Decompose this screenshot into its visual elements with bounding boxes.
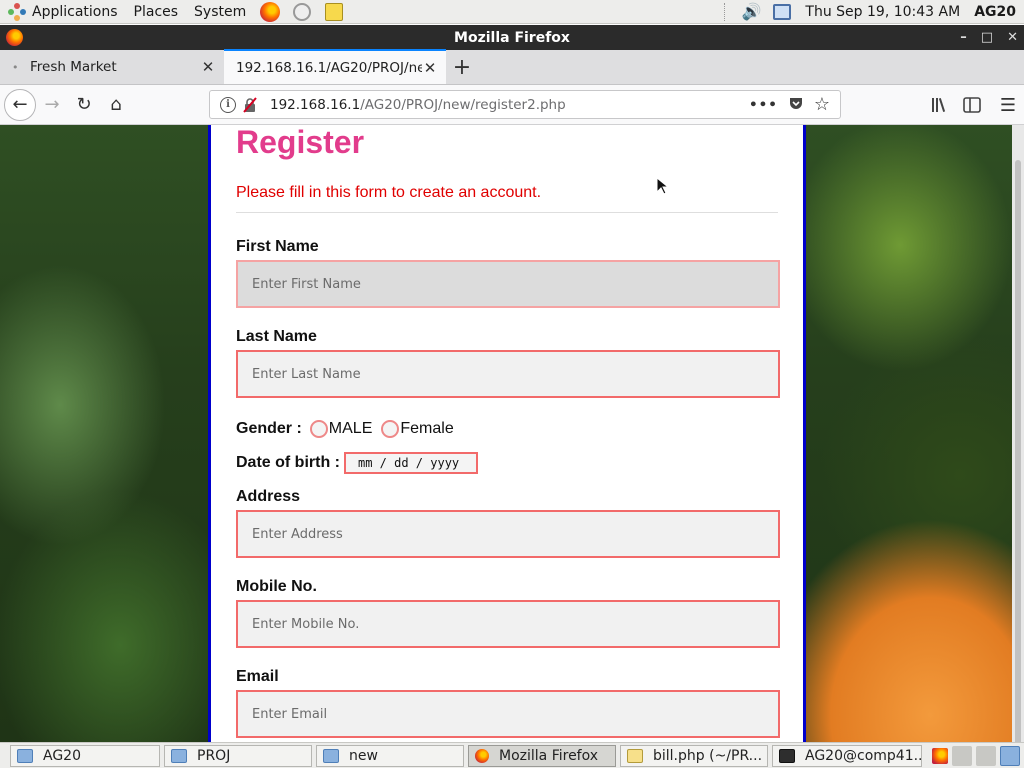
folder-icon (171, 748, 187, 763)
register-form-panel: Register Please fill in this form to cre… (208, 125, 806, 742)
taskbar-item-ag20[interactable]: AG20 (10, 744, 160, 767)
address-input[interactable] (236, 510, 780, 558)
tab-fresh-market[interactable]: • Fresh Market ✕ (0, 50, 224, 84)
folder-icon (17, 748, 33, 763)
text-editor-icon (627, 748, 643, 763)
address-label: Address (236, 488, 301, 505)
insecure-lock-icon[interactable] (242, 96, 258, 113)
pocket-icon[interactable] (788, 95, 804, 115)
tab-label: Fresh Market (30, 59, 117, 75)
tab-close-icon[interactable]: ✕ (200, 58, 216, 76)
firefox-launcher-icon[interactable] (259, 1, 281, 23)
taskbar-item-terminal[interactable]: AG20@comp41... (772, 744, 922, 767)
taskbar-item-label: PROJ (197, 747, 231, 764)
page-scrollbar[interactable] (1012, 125, 1024, 742)
bottom-taskbar: AG20 PROJ new Mozilla Firefox bill.php (… (0, 742, 1024, 768)
sidebar-icon[interactable] (956, 89, 988, 121)
taskbar-item-label: AG20@comp41... (805, 747, 922, 764)
window-titlebar[interactable]: Mozilla Firefox – □ ✕ (0, 25, 1024, 50)
mail-launcher-icon[interactable] (291, 1, 313, 23)
dob-label: Date of birth : (236, 454, 340, 471)
dob-row: Date of birth : mm / dd / yyyy (236, 452, 778, 474)
mobile-label: Mobile No. (236, 578, 317, 595)
gender-row: Gender : MALE Female (236, 420, 778, 438)
new-tab-icon[interactable]: + (446, 50, 478, 84)
top-panel: Applications Places System 🔊 Thu Sep 19,… (0, 0, 1024, 24)
tab-close-icon[interactable]: ✕ (422, 59, 438, 77)
places-menu[interactable]: Places (126, 0, 187, 24)
form-subtitle: Please fill in this form to create an ac… (236, 184, 542, 201)
taskbar-item-label: new (349, 747, 378, 764)
scrollbar-thumb[interactable] (1015, 160, 1021, 742)
minimize-icon[interactable]: – (960, 30, 967, 45)
url-bar[interactable]: i 192.168.16.1/AG20/PROJ/new/register2.p… (209, 90, 841, 119)
tab-register[interactable]: 192.168.16.1/AG20/PROJ/new ✕ (224, 49, 446, 84)
tab-label: 192.168.16.1/AG20/PROJ/new (236, 59, 422, 76)
home-icon[interactable]: ⌂ (100, 89, 132, 121)
mobile-input[interactable] (236, 600, 780, 648)
forward-icon[interactable]: → (36, 89, 68, 121)
gender-female-radio[interactable] (381, 420, 400, 438)
gender-female-label[interactable]: Female (400, 420, 453, 438)
user-menu[interactable]: AG20 (974, 4, 1024, 20)
terminal-icon (779, 748, 795, 763)
last-name-label: Last Name (236, 328, 317, 345)
mouse-cursor-icon (656, 176, 670, 199)
tab-favicon-icon: • (12, 60, 19, 74)
taskbar-item-proj[interactable]: PROJ (164, 744, 312, 767)
library-icon[interactable] (924, 89, 956, 121)
folder-icon (323, 748, 339, 763)
taskbar-item-firefox[interactable]: Mozilla Firefox (468, 744, 616, 767)
gender-label: Gender : (236, 420, 302, 437)
page-viewport: Register Please fill in this form to cre… (0, 125, 1024, 742)
last-name-input[interactable] (236, 350, 780, 398)
page-title: Register (236, 125, 365, 160)
volume-icon[interactable]: 🔊 (742, 2, 762, 21)
notes-launcher-icon[interactable] (323, 1, 345, 23)
url-path: /AG20/PROJ/new/register2.php (360, 96, 566, 113)
firefox-icon (6, 29, 23, 46)
applications-label: Applications (32, 3, 118, 20)
workspace-icon[interactable] (976, 745, 996, 766)
gender-male-label[interactable]: MALE (329, 420, 373, 438)
divider (236, 212, 778, 213)
info-icon[interactable]: i (220, 96, 236, 113)
applications-menu[interactable]: Applications (0, 0, 126, 24)
taskbar-item-new[interactable]: new (316, 744, 464, 767)
back-icon[interactable]: ← (4, 88, 36, 121)
email-input[interactable] (236, 690, 780, 738)
bookmark-star-icon[interactable]: ☆ (814, 94, 830, 115)
email-label: Email (236, 668, 279, 685)
firefox-icon (475, 748, 489, 763)
dob-date-input[interactable]: mm / dd / yyyy (344, 452, 478, 474)
window-title: Mozilla Firefox (454, 29, 570, 46)
show-desktop-icon[interactable] (1000, 745, 1020, 766)
clock[interactable]: Thu Sep 19, 10:43 AM (791, 4, 974, 20)
gender-male-radio[interactable] (309, 420, 328, 438)
applications-icon (8, 2, 26, 21)
taskbar-item-label: bill.php (~/PR... (653, 747, 763, 764)
taskbar-item-label: Mozilla Firefox (499, 747, 599, 764)
panel-separator (723, 2, 728, 21)
firefox-icon[interactable] (932, 747, 948, 764)
workspace-switcher[interactable] (932, 745, 1024, 766)
taskbar-item-label: AG20 (43, 747, 81, 764)
reload-icon[interactable]: ↻ (68, 89, 100, 121)
close-window-icon[interactable]: ✕ (1007, 30, 1018, 45)
url-text[interactable]: 192.168.16.1/AG20/PROJ/new/register2.php (270, 97, 566, 113)
maximize-icon[interactable]: □ (981, 30, 993, 45)
hamburger-menu-icon[interactable]: ☰ (992, 89, 1024, 121)
navigation-bar: ← → ↻ ⌂ i 192.168.16.1/AG20/PROJ/new/reg… (0, 85, 1024, 125)
network-icon[interactable] (773, 3, 792, 20)
tab-bar: • Fresh Market ✕ 192.168.16.1/AG20/PROJ/… (0, 49, 1024, 85)
url-host: 192.168.16.1 (270, 96, 361, 113)
first-name-input[interactable] (236, 260, 780, 308)
taskbar-item-bill-php[interactable]: bill.php (~/PR... (620, 744, 768, 767)
system-menu[interactable]: System (186, 0, 254, 24)
workspace-icon[interactable] (952, 745, 972, 766)
first-name-label: First Name (236, 238, 319, 255)
page-actions-icon[interactable]: ••• (749, 97, 778, 113)
